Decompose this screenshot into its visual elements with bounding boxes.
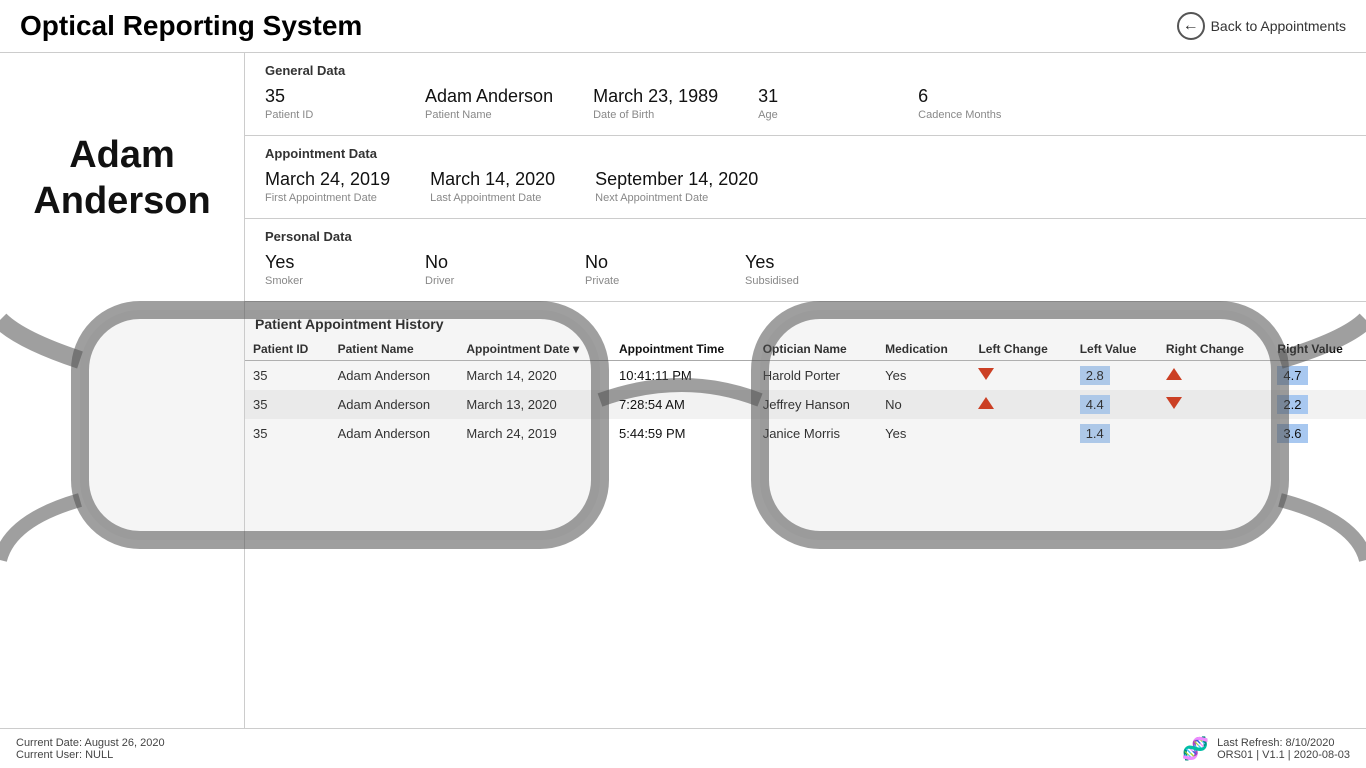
patient-name-field: Adam Anderson Patient Name xyxy=(425,86,553,121)
footer-info: Last Refresh: 8/10/2020 ORS01 | V1.1 | 2… xyxy=(1217,737,1350,761)
arrow-down-icon xyxy=(978,368,994,380)
appointment-data-section: Appointment Data March 24, 2019 First Ap… xyxy=(245,136,1366,219)
dob-label: Date of Birth xyxy=(593,109,718,121)
app-title: Optical Reporting System xyxy=(20,10,362,42)
private-value: No xyxy=(585,252,705,273)
col-patient-id: Patient ID xyxy=(245,338,330,361)
arrow-up-icon xyxy=(1166,368,1182,380)
patient-id-field: 35 Patient ID xyxy=(265,86,385,121)
col-left-change: Left Change xyxy=(970,338,1071,361)
col-medication: Medication xyxy=(877,338,970,361)
system-info: ORS01 | V1.1 | 2020-08-03 xyxy=(1217,749,1350,761)
patient-first-name: Adam xyxy=(69,134,175,176)
table-row: 35Adam AndersonMarch 14, 202010:41:11 PM… xyxy=(245,361,1366,391)
patient-last-name: Anderson xyxy=(33,180,210,222)
first-appt-label: First Appointment Date xyxy=(265,192,390,204)
header: Optical Reporting System ← Back to Appoi… xyxy=(0,0,1366,53)
smoker-label: Smoker xyxy=(265,275,385,287)
general-data-row: 35 Patient ID Adam Anderson Patient Name… xyxy=(265,86,1346,121)
cadence-label: Cadence Months xyxy=(918,109,1038,121)
personal-data-section: Personal Data Yes Smoker No Driver No Pr… xyxy=(245,219,1366,302)
history-table-header: Patient ID Patient Name Appointment Date… xyxy=(245,338,1366,361)
current-date: Current Date: August 26, 2020 xyxy=(16,737,165,749)
personal-data-row: Yes Smoker No Driver No Private Yes Subs… xyxy=(265,252,1346,287)
dob-field: March 23, 1989 Date of Birth xyxy=(593,86,718,121)
col-right-change: Right Change xyxy=(1158,338,1270,361)
footer: Current Date: August 26, 2020 Current Us… xyxy=(0,728,1366,768)
arrow-down-icon xyxy=(1166,397,1182,409)
next-appt-value: September 14, 2020 xyxy=(595,169,758,190)
general-data-section: General Data 35 Patient ID Adam Anderson… xyxy=(245,53,1366,136)
history-header-row: Patient ID Patient Name Appointment Date… xyxy=(245,338,1366,361)
right-value: 4.7 xyxy=(1277,366,1307,385)
col-optician: Optician Name xyxy=(755,338,877,361)
arrow-up-icon xyxy=(978,397,994,409)
age-label: Age xyxy=(758,109,878,121)
next-appt-label: Next Appointment Date xyxy=(595,192,758,204)
left-value: 4.4 xyxy=(1080,395,1110,414)
first-appt-value: March 24, 2019 xyxy=(265,169,390,190)
patient-name-value: Adam Anderson xyxy=(425,86,553,107)
back-button-label: Back to Appointments xyxy=(1211,18,1346,34)
col-left-value: Left Value xyxy=(1072,338,1158,361)
col-appt-date: Appointment Date ▾ xyxy=(458,338,611,361)
subsidised-value: Yes xyxy=(745,252,865,273)
first-appt-field: March 24, 2019 First Appointment Date xyxy=(265,169,390,204)
general-data-title: General Data xyxy=(265,63,1346,78)
cadence-field: 6 Cadence Months xyxy=(918,86,1038,121)
private-field: No Private xyxy=(585,252,705,287)
age-value: 31 xyxy=(758,86,878,107)
driver-value: No xyxy=(425,252,545,273)
smoker-value: Yes xyxy=(265,252,385,273)
cadence-value: 6 xyxy=(918,86,1038,107)
patient-id-value: 35 xyxy=(265,86,385,107)
back-to-appointments-button[interactable]: ← Back to Appointments xyxy=(1177,12,1346,40)
next-appt-field: September 14, 2020 Next Appointment Date xyxy=(595,169,758,204)
col-appt-time: Appointment Time xyxy=(611,338,755,361)
history-section: Patient Appointment History Patient ID P… xyxy=(245,302,1366,448)
left-value: 2.8 xyxy=(1080,366,1110,385)
driver-field: No Driver xyxy=(425,252,545,287)
table-row: 35Adam AndersonMarch 24, 20195:44:59 PMJ… xyxy=(245,419,1366,448)
appointment-data-title: Appointment Data xyxy=(265,146,1346,161)
smoker-field: Yes Smoker xyxy=(265,252,385,287)
patient-name-label: Patient Name xyxy=(425,109,553,121)
personal-data-title: Personal Data xyxy=(265,229,1346,244)
last-appt-value: March 14, 2020 xyxy=(430,169,555,190)
table-row: 35Adam AndersonMarch 13, 20207:28:54 AMJ… xyxy=(245,390,1366,419)
history-table: Patient ID Patient Name Appointment Date… xyxy=(245,338,1366,448)
last-appt-label: Last Appointment Date xyxy=(430,192,555,204)
left-panel: Adam Anderson xyxy=(0,53,245,731)
right-value: 3.6 xyxy=(1277,424,1307,443)
col-patient-name: Patient Name xyxy=(330,338,459,361)
history-title: Patient Appointment History xyxy=(245,312,1366,338)
driver-label: Driver xyxy=(425,275,545,287)
appointment-data-row: March 24, 2019 First Appointment Date Ma… xyxy=(265,169,1346,204)
history-table-body: 35Adam AndersonMarch 14, 202010:41:11 PM… xyxy=(245,361,1366,449)
age-field: 31 Age xyxy=(758,86,878,121)
col-right-value: Right Value xyxy=(1269,338,1366,361)
last-appt-field: March 14, 2020 Last Appointment Date xyxy=(430,169,555,204)
footer-right: 🧬 Last Refresh: 8/10/2020 ORS01 | V1.1 |… xyxy=(1182,736,1350,762)
patient-name-display: Adam Anderson xyxy=(33,133,210,224)
dob-value: March 23, 1989 xyxy=(593,86,718,107)
right-panel: General Data 35 Patient ID Adam Anderson… xyxy=(245,53,1366,731)
main-content: Adam Anderson General Data 35 Patient ID… xyxy=(0,53,1366,731)
subsidised-field: Yes Subsidised xyxy=(745,252,865,287)
left-value: 1.4 xyxy=(1080,424,1110,443)
private-label: Private xyxy=(585,275,705,287)
footer-left: Current Date: August 26, 2020 Current Us… xyxy=(16,737,165,761)
right-value: 2.2 xyxy=(1277,395,1307,414)
patient-id-label: Patient ID xyxy=(265,109,385,121)
dna-icon: 🧬 xyxy=(1182,736,1209,762)
subsidised-label: Subsidised xyxy=(745,275,865,287)
current-user: Current User: NULL xyxy=(16,749,165,761)
last-refresh: Last Refresh: 8/10/2020 xyxy=(1217,737,1350,749)
back-icon: ← xyxy=(1177,12,1205,40)
